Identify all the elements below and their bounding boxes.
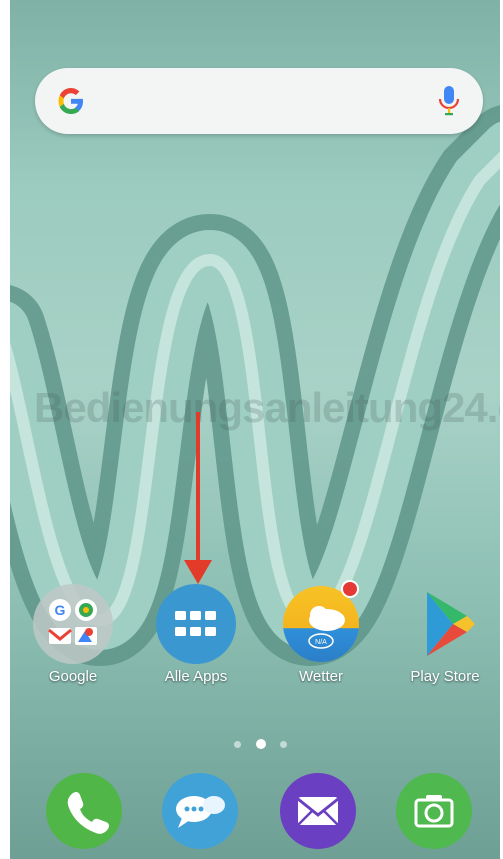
phone-icon (67, 791, 110, 834)
play-store-icon (405, 584, 485, 664)
dock-email-button[interactable] (280, 773, 356, 849)
annotation-arrow (184, 412, 212, 584)
dock-camera-button[interactable] (396, 773, 472, 849)
app-label: Play Store (410, 668, 480, 685)
svg-text:G: G (55, 602, 66, 618)
app-alle-apps[interactable]: Alle Apps (141, 584, 251, 685)
watermark-text: Bedienungsanleitung24.de (34, 384, 500, 431)
app-play-store[interactable]: Play Store (390, 584, 500, 685)
messages-icon (176, 796, 225, 828)
google-g-icon (58, 88, 83, 114)
home-screen: Bedienungsanleitung24.de G Google Alle A… (10, 0, 500, 859)
page-dot[interactable] (280, 741, 287, 748)
voice-search-mic-icon[interactable] (437, 84, 461, 118)
notification-badge (341, 580, 359, 598)
page-dot[interactable] (234, 741, 241, 748)
google-search-bar[interactable] (35, 68, 483, 134)
dock-phone-button[interactable] (46, 773, 122, 849)
app-label: Wetter (299, 668, 343, 685)
google-folder-icon: G (33, 584, 113, 664)
page-indicator (232, 738, 292, 750)
app-drawer-icon (156, 584, 236, 664)
page-dot-active[interactable] (256, 739, 266, 749)
email-icon (297, 797, 339, 826)
weather-icon: N/A (281, 580, 361, 664)
app-wetter[interactable]: N/A Wetter (266, 580, 376, 685)
weather-na-text: N/A (315, 639, 327, 646)
camera-icon (414, 795, 454, 828)
app-google-folder[interactable]: G Google (18, 584, 128, 685)
dock-messages-button[interactable] (162, 773, 238, 849)
app-label: Google (48, 668, 98, 685)
app-label: Alle Apps (164, 668, 228, 685)
